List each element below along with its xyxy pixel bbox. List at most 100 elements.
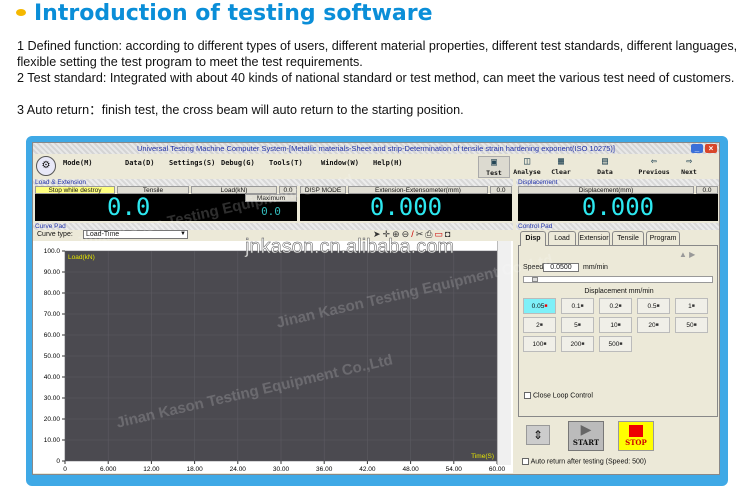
menu-item[interactable]: Mode(M) bbox=[63, 159, 93, 167]
arrow-left-icon: ⇦ bbox=[650, 156, 658, 167]
flag-icon: ■ bbox=[691, 303, 695, 309]
tab-program[interactable]: Program bbox=[646, 231, 680, 245]
play-icon: ▶ bbox=[580, 422, 592, 438]
control-pad: Disp Load Extensior Tensile Program ▲ ▶ Spee… bbox=[518, 231, 718, 471]
disp-mode-button[interactable]: DISP MODE bbox=[300, 186, 346, 194]
speed-unit: mm/min bbox=[583, 264, 608, 271]
toolbar-label: Previous bbox=[638, 168, 670, 176]
paragraph-2: 2 Test standard: Integrated with about 4… bbox=[17, 71, 735, 85]
curve-type-label: Curve type: bbox=[37, 231, 73, 238]
y-tick-label: 20.00 bbox=[44, 416, 61, 423]
y-tick-label: 30.00 bbox=[44, 395, 61, 402]
menu-item[interactable]: Debug(G) bbox=[221, 159, 255, 167]
toolbar-test-button[interactable]: ▣ Test bbox=[478, 156, 510, 178]
speed-slider[interactable] bbox=[523, 276, 713, 283]
start-button[interactable]: ▶ START bbox=[568, 421, 604, 451]
close-loop-label: Close Loop Control bbox=[532, 392, 593, 400]
speed-button-0.05[interactable]: 0.05■ bbox=[523, 298, 556, 314]
stop-button[interactable]: STOP bbox=[618, 421, 654, 451]
speed-value: 50 bbox=[686, 322, 694, 329]
speed-value: 0.5 bbox=[647, 303, 657, 310]
x-tick-label: 48.00 bbox=[402, 466, 419, 473]
load-label: Load(kN) bbox=[191, 186, 277, 194]
flag-icon: ■ bbox=[580, 303, 584, 309]
app-logo-icon: ⚙ bbox=[36, 156, 56, 176]
speed-button-1[interactable]: 1■ bbox=[675, 298, 708, 314]
tab-extensior[interactable]: Extensior bbox=[578, 231, 610, 245]
speed-button-0.5[interactable]: 0.5■ bbox=[637, 298, 670, 314]
grid-icon: ▦ bbox=[557, 156, 565, 167]
speed-button-0.2[interactable]: 0.2■ bbox=[599, 298, 632, 314]
paragraph-1: 1 Defined function: according to differe… bbox=[17, 39, 738, 69]
curve-type-select[interactable]: Load-Time ▼ bbox=[83, 230, 188, 239]
speed-button-50[interactable]: 50■ bbox=[675, 317, 708, 333]
displacement-display: 0.000 bbox=[518, 194, 718, 221]
jog-icon[interactable]: ⇕ bbox=[526, 425, 550, 445]
speed-value: 20 bbox=[648, 322, 656, 329]
toolbar-next-button[interactable]: ⇨ Next bbox=[673, 156, 705, 178]
speed-button-5[interactable]: 5■ bbox=[561, 317, 594, 333]
y-axis-label: Load(kN) bbox=[68, 254, 95, 261]
flag-icon: ■ bbox=[539, 322, 543, 328]
x-tick-label: 24.00 bbox=[230, 466, 247, 473]
tab-tensile[interactable]: Tensile bbox=[612, 231, 644, 245]
speed-button-10[interactable]: 10■ bbox=[599, 317, 632, 333]
x-tick-label: 18.00 bbox=[186, 466, 203, 473]
menu-item[interactable]: Data(D) bbox=[125, 159, 155, 167]
speed-button-200[interactable]: 200■ bbox=[561, 336, 594, 352]
stop-icon bbox=[629, 425, 643, 437]
load-extension-section: Load & Extension bbox=[33, 179, 513, 186]
y-tick-label: 100.0 bbox=[44, 248, 61, 255]
app-window: Universal Testing Machine Computer Syste… bbox=[32, 142, 720, 475]
slider-handle[interactable] bbox=[532, 277, 538, 282]
speed-value: 200 bbox=[570, 341, 582, 348]
close-loop-checkbox[interactable]: Close Loop Control bbox=[524, 392, 593, 399]
toolbar-analyse-button[interactable]: ◫ Analyse bbox=[511, 156, 543, 178]
toolbar-label: Test bbox=[486, 169, 502, 177]
toolbar-label: Data bbox=[597, 168, 613, 176]
start-label: START bbox=[572, 438, 600, 447]
mode-label: Stop while destroy bbox=[35, 186, 115, 194]
window-title: Universal Testing Machine Computer Syste… bbox=[33, 143, 719, 154]
paragraph-3: 3 Auto return：finish test, the cross bea… bbox=[17, 103, 464, 117]
speed-button-2[interactable]: 2■ bbox=[523, 317, 556, 333]
speed-label: Speed bbox=[523, 264, 544, 271]
menu-item[interactable]: Help(H) bbox=[373, 159, 403, 167]
close-button[interactable]: × bbox=[705, 144, 717, 153]
menu-item[interactable]: Window(W) bbox=[321, 159, 359, 167]
toolbar-clear-button[interactable]: ▦ Clear bbox=[545, 156, 577, 178]
toolbar-label: Analyse bbox=[513, 168, 541, 176]
page-title: Introduction of testing software bbox=[34, 1, 433, 26]
speed-button-0.1[interactable]: 0.1■ bbox=[561, 298, 594, 314]
speed-value: 0.05 bbox=[531, 303, 545, 310]
y-tick-label: 0 bbox=[56, 458, 60, 465]
toolbar-label: Clear bbox=[551, 168, 571, 176]
x-tick-label: 12.00 bbox=[143, 466, 160, 473]
tab-load[interactable]: Load bbox=[548, 231, 576, 245]
menu-item[interactable]: Tools(T) bbox=[269, 159, 303, 167]
speed-button-500[interactable]: 500■ bbox=[599, 336, 632, 352]
toolbar-previous-button[interactable]: ⇦ Previous bbox=[638, 156, 670, 178]
menu-item[interactable]: Settings(S) bbox=[169, 159, 215, 167]
y-tick-label: 60.00 bbox=[44, 332, 61, 339]
x-tick-label: 60.00 bbox=[489, 466, 506, 473]
chart-scrollbar[interactable] bbox=[497, 241, 511, 465]
speed-input[interactable]: 0.0500 bbox=[543, 263, 579, 272]
maximum-label: Maximum bbox=[245, 194, 297, 202]
minimize-button[interactable]: _ bbox=[691, 144, 703, 153]
speed-button-20[interactable]: 20■ bbox=[637, 317, 670, 333]
flag-icon: ■ bbox=[544, 303, 548, 309]
x-tick-label: 6.000 bbox=[100, 466, 117, 473]
y-tick-label: 70.00 bbox=[44, 311, 61, 318]
monitor-icon: ▣ bbox=[490, 157, 498, 168]
auto-return-checkbox[interactable]: Auto return after testing (Speed: 500) bbox=[522, 458, 646, 465]
x-tick-label: 42.00 bbox=[359, 466, 376, 473]
speed-button-100[interactable]: 100■ bbox=[523, 336, 556, 352]
database-icon: ▤ bbox=[601, 156, 609, 167]
toolbar-data-button[interactable]: ▤ Data bbox=[589, 156, 621, 178]
x-tick-label: 54.00 bbox=[446, 466, 463, 473]
load-time-chart: 0 6.000 12.00 18.00 24.00 30.00 36.00 42.00 48.0… bbox=[44, 248, 506, 473]
tab-disp[interactable]: Disp bbox=[520, 231, 546, 246]
y-tick-label: 50.00 bbox=[44, 353, 61, 360]
lock-icon: ▲ ▶ bbox=[679, 250, 696, 259]
